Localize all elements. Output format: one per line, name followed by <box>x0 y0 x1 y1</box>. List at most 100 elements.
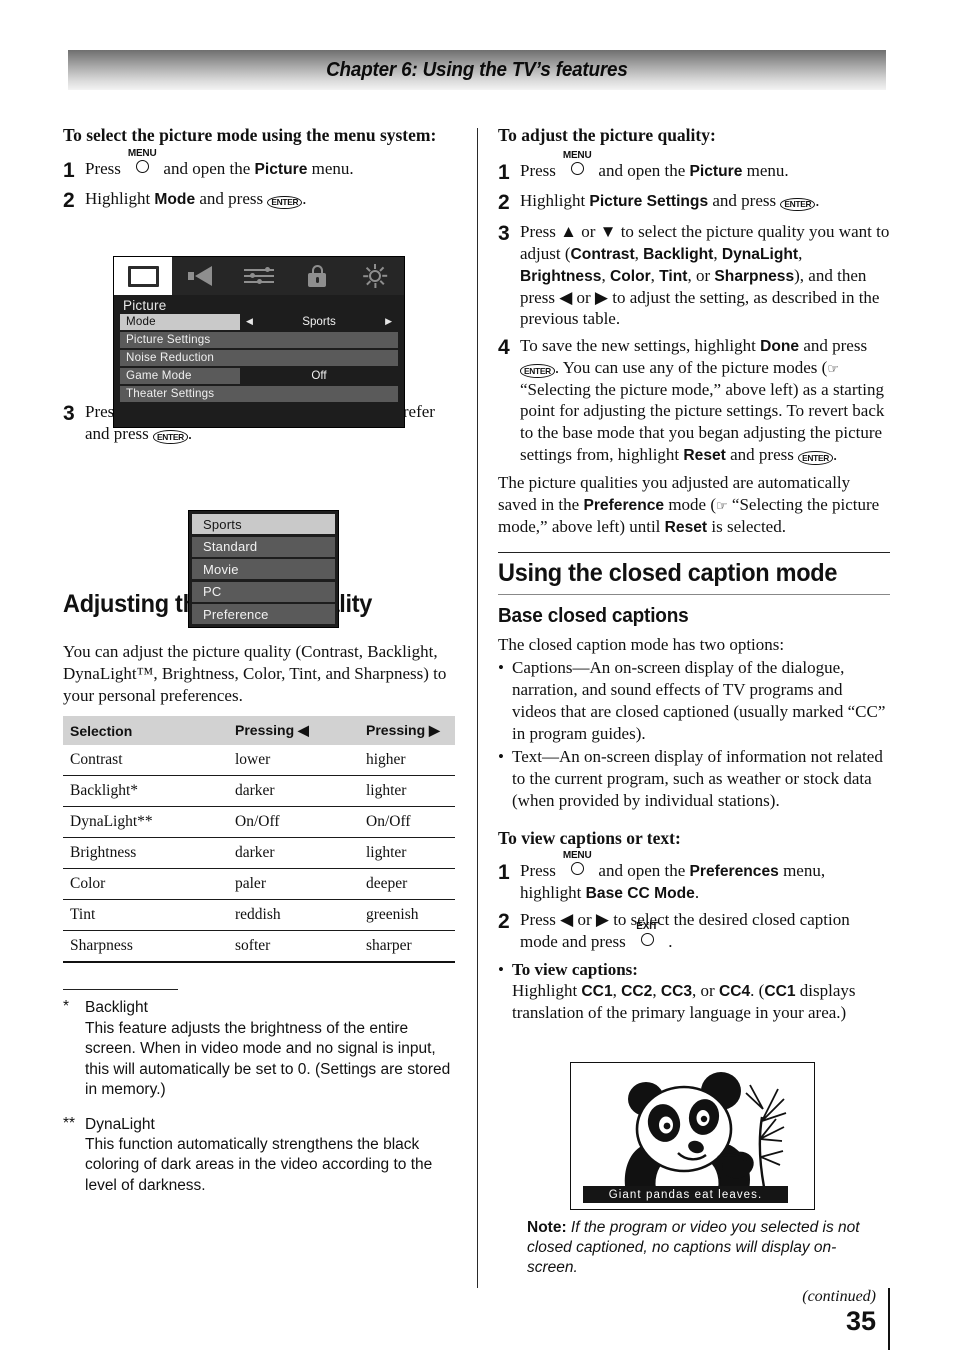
step-text-pre: Press <box>520 160 556 180</box>
right-column: To adjust the picture quality: 1 Press M… <box>498 125 890 1026</box>
osd-row-game-mode[interactable]: Game Mode Off <box>120 368 398 384</box>
table-row: Backlight* darker lighter <box>63 775 455 808</box>
cell-left: darker <box>228 837 359 870</box>
bullet-title: To view captions: <box>512 959 638 979</box>
step-number: 1 <box>498 160 510 184</box>
continued-label: (continued) <box>802 1288 876 1305</box>
page-edge-rule <box>888 1288 890 1350</box>
view-step-2: 2 Press ◀ or ▶ to select the desired clo… <box>498 909 890 953</box>
step-text-a: To save the new settings, highlight <box>520 336 756 356</box>
note-text: If the program or video you selected is … <box>527 1219 860 1277</box>
closed-caption-example-figure: Giant pandas eat leaves. <box>570 1062 815 1210</box>
step-text-mid: and press <box>712 191 777 211</box>
cell-selection: Tint <box>63 899 228 932</box>
cell-right: deeper <box>359 868 455 901</box>
step-text-pre: Press <box>520 861 556 881</box>
cell-right: lighter <box>359 775 455 808</box>
footnote-text: This feature adjusts the brightness of t… <box>85 1019 451 1099</box>
enter-key-icon: ENTER <box>152 430 188 444</box>
osd-row-value-area: Off <box>240 368 398 384</box>
step-bold-term: Mode <box>154 191 196 209</box>
osd-row-picture-settings[interactable]: Picture Settings <box>120 332 398 348</box>
cell-left: On/Off <box>228 806 359 839</box>
step-bold-term: Picture <box>254 160 308 178</box>
cell-selection: Brightness <box>63 837 228 870</box>
footnote-body: DynaLight This function automatically st… <box>85 1115 463 1197</box>
pointing-hand-icon: ☞ <box>716 498 728 514</box>
setup-icon[interactable] <box>346 257 404 295</box>
table-header-pressing-left: Pressing ◀ <box>228 716 359 746</box>
cell-left: darker <box>228 775 359 808</box>
code-cc1: CC1 <box>581 983 613 1001</box>
footnote-dynalight: ** DynaLight This function automatically… <box>63 1115 463 1197</box>
padlock-glyph <box>308 265 326 287</box>
footnote-body: Backlight This feature adjusts the brigh… <box>85 998 463 1100</box>
left-arrow-icon[interactable]: ◀ <box>246 316 253 326</box>
right-step-1: 1 Press MENU and open the Picture menu. <box>498 150 890 186</box>
picture-icon[interactable] <box>114 257 172 295</box>
bullet-text-option: • Text—An on-screen display of informati… <box>498 746 890 811</box>
lock-icon[interactable] <box>288 257 346 295</box>
osd-row-label: Picture Settings <box>126 333 211 347</box>
step-number: 2 <box>63 189 75 213</box>
menu-key-circle <box>571 161 585 175</box>
step-number: 3 <box>63 401 75 425</box>
osd-menu-title: Picture <box>123 298 167 313</box>
step-text-post: menu. <box>746 160 789 180</box>
osd-row-label: Theater Settings <box>126 387 215 401</box>
exit-key-circle <box>641 932 655 946</box>
osd-menu-rows: Mode ◀ Sports ▶ Picture Settings Noise R… <box>114 314 404 402</box>
bullet-text: Text—An on-screen display of information… <box>512 747 883 810</box>
tv-screen-glyph <box>127 265 159 287</box>
step-text-e: and press <box>730 444 794 464</box>
osd-row-label: Mode <box>126 315 156 329</box>
step-number: 2 <box>498 910 510 934</box>
settings-icon[interactable] <box>230 257 288 295</box>
preference-save-paragraph: The picture qualities you adjusted are a… <box>498 472 890 538</box>
osd-row-mode[interactable]: Mode ◀ Sports ▶ <box>120 314 398 330</box>
osd-row-label: Noise Reduction <box>126 351 215 365</box>
cell-selection: Color <box>63 868 228 901</box>
bullet-body-b: . ( <box>750 981 765 1001</box>
step-text-pre: Highlight <box>85 189 151 209</box>
osd-row-value: Sports <box>302 315 336 329</box>
cell-selection: DynaLight** <box>63 806 228 839</box>
footnote-backlight: * Backlight This feature adjusts the bri… <box>63 998 463 1100</box>
footnote-marker: ** <box>63 1114 76 1132</box>
panda-drawing-icon <box>624 1072 787 1204</box>
mode-item-standard[interactable]: Standard <box>192 536 335 557</box>
mode-item-preference[interactable]: Preference <box>192 604 335 624</box>
step-text: Press ◀ or ▶ to select the desired close… <box>520 909 890 953</box>
code-cc3: CC3 <box>660 983 693 1001</box>
osd-row-theater-settings[interactable]: Theater Settings <box>120 386 398 402</box>
step-text-main: Press ◀ or ▶ to select the desired close… <box>520 910 850 951</box>
chapter-header-bar: Chapter 6: Using the TV’s features <box>68 50 886 90</box>
menu-key-circle <box>571 862 585 876</box>
enter-key-icon: ENTER <box>798 451 833 465</box>
step-text: Highlight Mode and press ENTER. <box>85 188 463 214</box>
osd-row-noise-reduction[interactable]: Noise Reduction <box>120 350 398 366</box>
menu-key-label: MENU <box>562 149 592 161</box>
left-section-heading: To select the picture mode using the men… <box>63 125 437 145</box>
picture-quality-table: Selection Pressing ◀ Pressing ▶ Contrast… <box>63 716 455 964</box>
cell-selection: Sharpness <box>63 930 228 964</box>
mode-item-sports[interactable]: Sports <box>192 514 335 534</box>
step-text: To save the new settings, highlight Done… <box>520 335 890 466</box>
right-arrow-icon[interactable]: ▶ <box>385 316 392 326</box>
bullet-text: Captions—An on-screen display of the dia… <box>512 658 886 743</box>
step-text: Press MENU and open the Picture menu. <box>85 148 463 184</box>
right-step-4: 4 To save the new settings, highlight Do… <box>498 335 890 466</box>
column-divider <box>477 128 478 1288</box>
bullet-text: To view captions: Highlight CC1, CC2, CC… <box>512 959 856 1023</box>
step-text-post: menu. <box>311 158 354 178</box>
closed-caption-text: Giant pandas eat leaves. <box>608 1188 763 1201</box>
step-number: 2 <box>498 191 510 215</box>
code-cc2: CC2 <box>621 983 653 1001</box>
term-reset: Reset <box>683 446 726 464</box>
term-base-cc-mode: Base CC Mode <box>585 885 695 903</box>
table-row: Contrast lower higher <box>63 745 455 777</box>
mode-item-pc[interactable]: PC <box>192 581 335 602</box>
sound-icon[interactable] <box>172 257 230 295</box>
mode-item-movie[interactable]: Movie <box>192 559 335 579</box>
table-header-selection: Selection <box>63 716 228 746</box>
